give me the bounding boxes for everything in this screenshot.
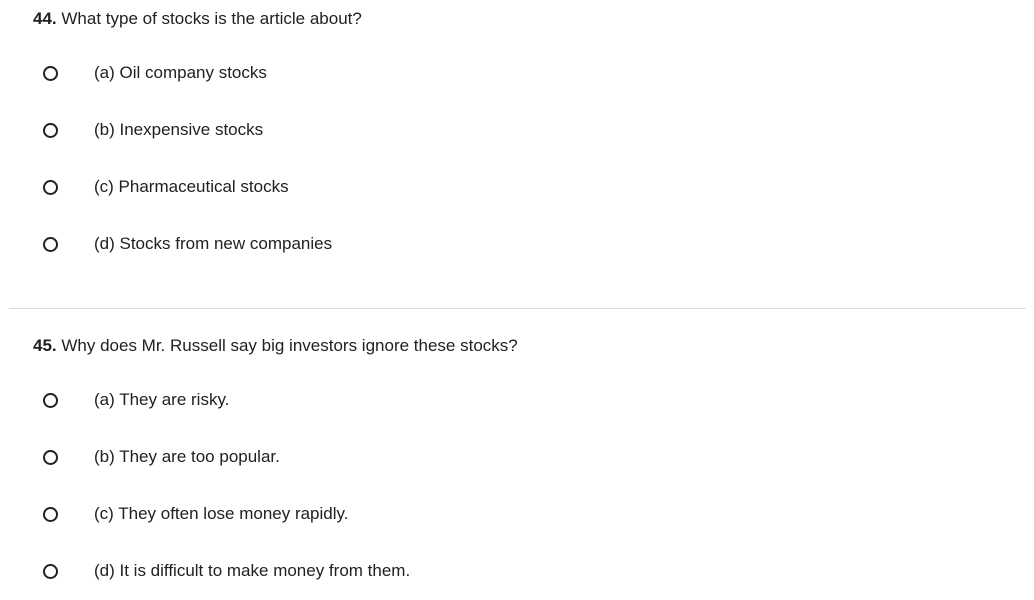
radio-button[interactable]: [43, 449, 58, 465]
question-number: 45.: [33, 336, 57, 355]
option-45-b[interactable]: (b) They are too popular.: [36, 442, 736, 472]
option-label: (b) Inexpensive stocks: [94, 120, 264, 139]
option-label: (d) It is difficult to make money from t…: [94, 561, 411, 580]
radio-button[interactable]: [43, 236, 58, 252]
option-label: (c) They often lose money rapidly.: [94, 504, 349, 523]
option-label: (d) Stocks from new companies: [94, 234, 333, 253]
question-divider: [9, 308, 1026, 309]
option-44-a[interactable]: (a) Oil company stocks: [36, 58, 736, 88]
option-label: (a) They are risky.: [94, 390, 230, 409]
option-44-c[interactable]: (c) Pharmaceutical stocks: [36, 172, 736, 202]
option-44-d[interactable]: (d) Stocks from new companies: [36, 229, 736, 259]
option-44-b[interactable]: (b) Inexpensive stocks: [36, 115, 736, 145]
question-text: Why does Mr. Russell say big investors i…: [56, 336, 518, 355]
radio-button[interactable]: [43, 65, 58, 81]
option-label: (c) Pharmaceutical stocks: [94, 177, 289, 196]
question-title: 45. Why does Mr. Russell say big investo…: [33, 335, 518, 357]
option-45-c[interactable]: (c) They often lose money rapidly.: [36, 499, 736, 529]
question-title: 44. What type of stocks is the article a…: [33, 8, 362, 30]
radio-button[interactable]: [43, 122, 58, 138]
option-45-d[interactable]: (d) It is difficult to make money from t…: [36, 556, 736, 586]
radio-button[interactable]: [43, 563, 58, 579]
option-label: (a) Oil company stocks: [94, 63, 267, 82]
radio-button[interactable]: [43, 506, 58, 522]
option-45-a[interactable]: (a) They are risky.: [36, 385, 736, 415]
option-label: (b) They are too popular.: [94, 447, 280, 466]
radio-button[interactable]: [43, 179, 58, 195]
question-number: 44.: [33, 9, 57, 28]
question-text: What type of stocks is the article about…: [56, 9, 362, 28]
radio-button[interactable]: [43, 392, 58, 408]
